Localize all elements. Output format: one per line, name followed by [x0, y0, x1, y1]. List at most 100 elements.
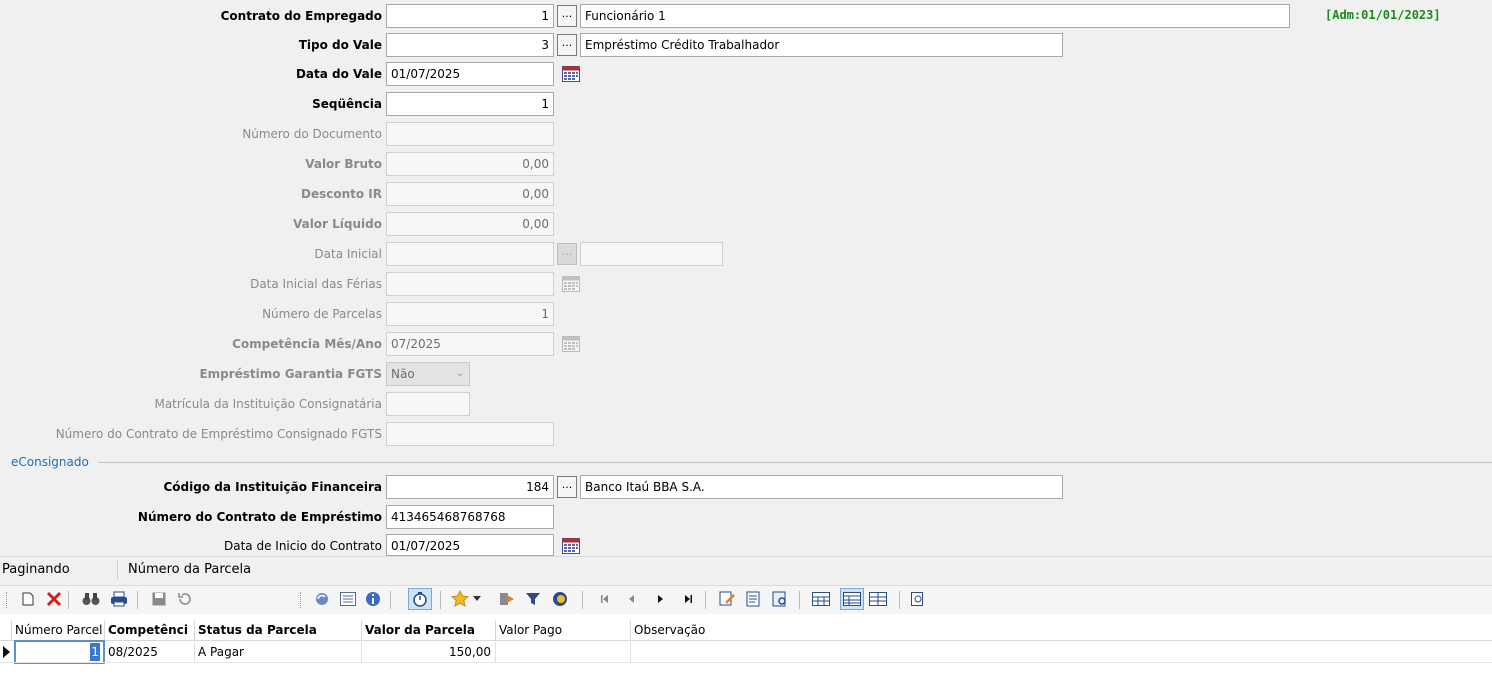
star-icon[interactable]: [451, 590, 469, 608]
paging-label: Paginando: [2, 562, 70, 577]
toolbar-separator: [799, 591, 800, 609]
printer-icon[interactable]: [110, 590, 128, 608]
contrato-code-input[interactable]: 1: [386, 4, 554, 28]
delete-icon[interactable]: [45, 590, 63, 608]
grid-row-divider: [0, 662, 1492, 663]
inst-label: Código da Instituição Financeira: [163, 480, 382, 494]
search-records-icon[interactable]: [771, 590, 789, 608]
tipo-lookup-button[interactable]: ...: [557, 34, 577, 56]
export-icon[interactable]: [498, 590, 516, 608]
refresh-icon[interactable]: [313, 590, 331, 608]
grid-cell-numero[interactable]: 1: [14, 640, 105, 664]
econsignado-group-title: eConsignado: [11, 455, 89, 469]
valor-bruto-label: Valor Bruto: [305, 157, 382, 171]
contrato-emp-input[interactable]: 413465468768768: [386, 505, 554, 529]
sequencia-input[interactable]: 1: [386, 92, 554, 116]
cancel-edit-icon[interactable]: [176, 590, 194, 608]
grid-cell-observacao[interactable]: [631, 642, 1492, 662]
globe-icon[interactable]: [551, 590, 569, 608]
num-parcelas-label: Número de Parcelas: [262, 307, 382, 321]
grid-cell-valor[interactable]: 150,00: [362, 642, 496, 662]
toolbar-separator: [705, 591, 706, 609]
data-ferias-label: Data Inicial das Férias: [250, 277, 382, 291]
binoculars-icon[interactable]: [82, 590, 100, 608]
paging-separator: [117, 560, 118, 580]
chevron-down-icon[interactable]: [472, 590, 482, 608]
preview-icon[interactable]: [909, 590, 927, 608]
calendar-icon[interactable]: [562, 538, 580, 554]
tipo-label: Tipo do Vale: [298, 38, 382, 52]
first-record-icon[interactable]: [596, 590, 614, 608]
toolbar-separator: [582, 591, 583, 609]
data-inicio-input[interactable]: 01/07/2025: [386, 534, 554, 556]
grid-cell-valor-pago[interactable]: [496, 642, 631, 662]
valor-bruto-input: 0,00: [386, 152, 554, 176]
tipo-code-input[interactable]: 3: [386, 33, 554, 57]
contrato-emp-label: Número do Contrato de Empréstimo: [137, 510, 382, 524]
num-doc-input: [386, 122, 554, 146]
column-view-icon[interactable]: [869, 590, 887, 608]
toolbar-separator: [440, 591, 441, 609]
last-record-icon[interactable]: [679, 590, 697, 608]
sequencia-label: Seqüência: [312, 97, 382, 111]
grid-cell-status[interactable]: A Pagar: [195, 642, 362, 662]
grid-cell-numero-value[interactable]: 1: [90, 643, 100, 661]
toolbar-separator: [68, 591, 69, 609]
inst-code-input[interactable]: 184: [386, 475, 554, 499]
filter-icon[interactable]: [524, 590, 542, 608]
group-view-icon[interactable]: [840, 588, 864, 610]
econsignado-divider: [98, 462, 1492, 463]
grid-header-competencia[interactable]: Competênci: [105, 620, 195, 640]
edit-record-icon[interactable]: [718, 590, 736, 608]
inst-lookup-button[interactable]: ...: [557, 476, 577, 498]
data-ferias-input: [386, 272, 554, 296]
current-row-indicator-icon: [3, 646, 10, 661]
num-doc-label: Número do Documento: [242, 127, 382, 141]
calendar-icon: [562, 336, 580, 352]
grid-header-status[interactable]: Status da Parcela: [195, 620, 362, 640]
form-view-icon[interactable]: [339, 590, 357, 608]
toolbar-grip: [6, 592, 9, 608]
grid-header-valor-pago[interactable]: Valor Pago: [496, 620, 631, 640]
grid-view-icon[interactable]: [812, 590, 830, 608]
paging-bar: Paginando Número da Parcela: [0, 556, 1492, 583]
contrato-label: Contrato do Empregado: [220, 9, 382, 23]
contrato-name-field: Funcionário 1: [580, 4, 1290, 28]
grid-header-valor[interactable]: Valor da Parcela: [362, 620, 496, 640]
calendar-icon: [562, 276, 580, 292]
grid-header-numero[interactable]: Número Parcel: [12, 620, 105, 640]
toolbar-grip: [300, 592, 303, 608]
paging-field[interactable]: Número da Parcela: [128, 562, 251, 577]
data-vale-input[interactable]: 01/07/2025: [386, 62, 554, 86]
liquido-label: Valor Líquido: [292, 217, 382, 231]
competencia-label: Competência Mês/Ano: [232, 337, 382, 351]
report-icon[interactable]: [745, 590, 763, 608]
new-record-icon[interactable]: [19, 590, 37, 608]
matricula-input: [386, 392, 470, 416]
fgts-select: Não ⌄: [386, 362, 470, 386]
fgts-select-value: Não: [391, 367, 415, 381]
grid-indicator-header: [0, 620, 12, 640]
next-record-icon[interactable]: [651, 590, 669, 608]
calendar-icon[interactable]: [562, 66, 580, 82]
data-inicial-lookup-button: ...: [557, 243, 577, 265]
tipo-name-field: Empréstimo Crédito Trabalhador: [580, 33, 1063, 57]
competencia-input: 07/2025: [386, 332, 554, 356]
num-contrato-fgts-input: [386, 422, 554, 446]
save-icon[interactable]: [150, 590, 168, 608]
matricula-label: Matrícula da Instituição Consignatária: [154, 397, 382, 411]
info-icon[interactable]: [364, 590, 382, 608]
timer-icon[interactable]: [408, 588, 432, 610]
num-parcelas-input: 1: [386, 302, 554, 326]
data-inicial-input: [386, 242, 554, 266]
desconto-input: 0,00: [386, 182, 554, 206]
toolbar-separator: [390, 591, 391, 609]
grid-cell-competencia[interactable]: 08/2025: [105, 642, 195, 662]
prior-record-icon[interactable]: [623, 590, 641, 608]
liquido-input: 0,00: [386, 212, 554, 236]
chevron-down-icon: ⌄: [455, 368, 464, 379]
data-vale-label: Data do Vale: [295, 67, 382, 81]
data-inicio-label: Data de Inicio do Contrato: [224, 539, 382, 553]
grid-header-observacao[interactable]: Observação: [631, 620, 1492, 640]
contrato-lookup-button[interactable]: ...: [557, 5, 577, 27]
